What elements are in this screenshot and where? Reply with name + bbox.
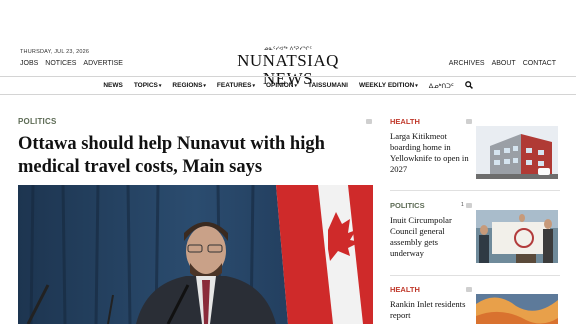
article-category[interactable]: POLITICS	[18, 117, 57, 126]
comment-icon[interactable]	[366, 119, 372, 124]
nav-bottom-divider	[0, 94, 576, 95]
utility-links-right: ARCHIVES ABOUT CONTACT	[449, 60, 556, 67]
chevron-down-icon: ▾	[415, 83, 418, 89]
nav-item-regions[interactable]: REGIONS▾	[172, 82, 206, 89]
utility-links-left: JOBS NOTICES ADVERTISE	[20, 60, 123, 67]
story-thumbnail[interactable]	[476, 126, 558, 179]
story-category[interactable]: POLITICS	[390, 201, 560, 210]
sidebar-divider	[390, 275, 560, 276]
sidebar-divider	[390, 190, 560, 191]
contact-link[interactable]: CONTACT	[523, 60, 556, 67]
sidebar-story-2[interactable]: POLITICS 1 Inuit Circumpolar Council gen…	[390, 201, 560, 263]
story-category[interactable]: HEALTH	[390, 117, 560, 126]
nav-item-taissumani[interactable]: TAISSUMANI	[308, 82, 348, 89]
story-title[interactable]: Rankin Inlet residents report	[390, 299, 472, 321]
notices-link[interactable]: NOTICES	[45, 60, 76, 67]
nav-item-news[interactable]: NEWS	[103, 82, 123, 89]
comment-count[interactable]: 1	[461, 202, 464, 208]
chevron-down-icon: ▾	[203, 83, 206, 89]
jobs-link[interactable]: JOBS	[20, 60, 38, 67]
story-thumbnail[interactable]	[476, 210, 558, 263]
nav-item-opinion[interactable]: OPINION▾	[266, 82, 297, 89]
comment-icon[interactable]	[466, 119, 472, 124]
search-icon[interactable]	[464, 80, 473, 91]
story-title[interactable]: Larga Kitikmeot boarding home in Yellowk…	[390, 131, 472, 175]
nav-item-topics[interactable]: TOPICS▾	[134, 82, 162, 89]
nav-item-weekly-edition[interactable]: WEEKLY EDITION▾	[359, 82, 418, 89]
site-header: THURSDAY, JUL 23, 2026 JOBS NOTICES ADVE…	[0, 0, 576, 88]
comment-icon[interactable]	[466, 287, 472, 292]
chevron-down-icon: ▾	[294, 83, 297, 89]
main-nav: NEWS TOPICS▾ REGIONS▾ FEATURES▾ OPINION▾…	[0, 77, 576, 94]
sidebar-story-3[interactable]: HEALTH Rankin Inlet residents report	[390, 285, 560, 324]
about-link[interactable]: ABOUT	[492, 60, 516, 67]
sidebar-story-1[interactable]: HEALTH Larga Kitikmeot boarding home in …	[390, 117, 560, 179]
story-title[interactable]: Inuit Circumpolar Council general assemb…	[390, 215, 472, 259]
nav-item-features[interactable]: FEATURES▾	[217, 82, 255, 89]
story-thumbnail[interactable]	[476, 294, 558, 324]
current-date: THURSDAY, JUL 23, 2026	[20, 49, 90, 55]
article-hero-image[interactable]	[18, 185, 373, 324]
comment-icon[interactable]	[466, 203, 472, 208]
chevron-down-icon: ▾	[158, 83, 162, 89]
story-category[interactable]: HEALTH	[390, 285, 560, 294]
site-logo[interactable]: ᓄᓇᑦᓯᐊᖅ ᐱᕐᕈᓯᖏᑦ NUNATSIAQ NEWS	[218, 46, 358, 88]
archives-link[interactable]: ARCHIVES	[449, 60, 485, 67]
article-headline[interactable]: Ottawa should help Nunavut with high med…	[18, 133, 363, 179]
nav-item-inuktitut[interactable]: ᐃᓄᒃᑎᑐᑦ	[429, 82, 454, 90]
chevron-down-icon: ▾	[252, 83, 255, 89]
advertise-link[interactable]: ADVERTISE	[83, 60, 123, 67]
